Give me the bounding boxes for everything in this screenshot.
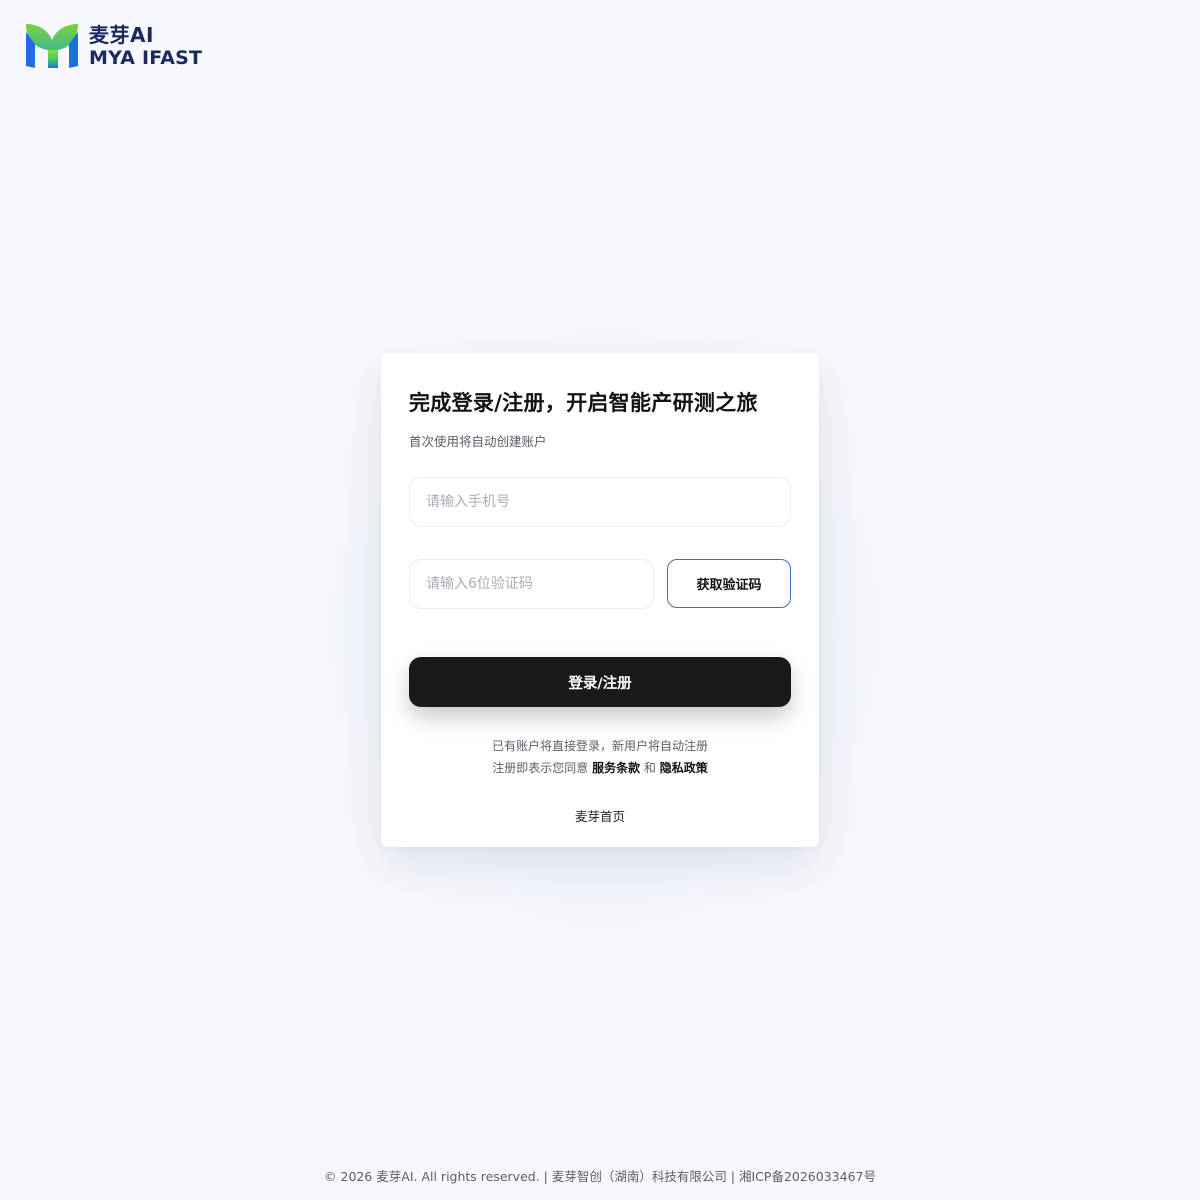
sprout-logo-icon — [26, 24, 78, 68]
privacy-policy-link[interactable]: 隐私政策 — [660, 761, 708, 775]
brand-wordmark: 麦芽AI MYA IFAST — [89, 25, 202, 68]
verification-code-row: 获取验证码 — [409, 559, 791, 609]
login-page: 麦芽AI MYA IFAST 完成登录/注册，开启智能产研测之旅 首次使用将自动… — [0, 0, 1200, 1200]
phone-field — [409, 477, 791, 527]
agreement-notes: 已有账户将直接登录，新用户将自动注册 注册即表示您同意 服务条款 和 隐私政策 — [409, 735, 791, 779]
auto-register-note: 已有账户将直接登录，新用户将自动注册 — [491, 739, 708, 753]
and-text: 和 — [643, 761, 656, 775]
terms-of-service-link[interactable]: 服务条款 — [592, 761, 640, 775]
page-title: 完成登录/注册，开启智能产研测之旅 — [409, 391, 758, 415]
get-code-button[interactable]: 获取验证码 — [667, 559, 791, 608]
agreement-line: 注册即表示您同意 服务条款 和 隐私政策 — [409, 757, 791, 779]
brand-name-cn: 麦芽AI — [89, 22, 154, 47]
home-link[interactable]: 麦芽首页 — [409, 806, 791, 825]
phone-input[interactable] — [426, 494, 774, 510]
page-subtitle: 首次使用将自动创建账户 — [409, 434, 547, 449]
login-register-button[interactable]: 登录/注册 — [409, 657, 791, 707]
verification-code-input[interactable] — [426, 576, 637, 592]
code-field — [409, 559, 654, 609]
brand-name-en: MYA IFAST — [89, 46, 203, 69]
login-card: 完成登录/注册，开启智能产研测之旅 首次使用将自动创建账户 获取验证码 登录/注… — [381, 353, 819, 847]
brand-logo[interactable]: 麦芽AI MYA IFAST — [24, 22, 202, 70]
footer-copyright: © 2026 麦芽AI. All rights reserved. | 麦芽智创… — [324, 1169, 876, 1184]
agreement-prefix: 注册即表示您同意 — [492, 761, 589, 775]
